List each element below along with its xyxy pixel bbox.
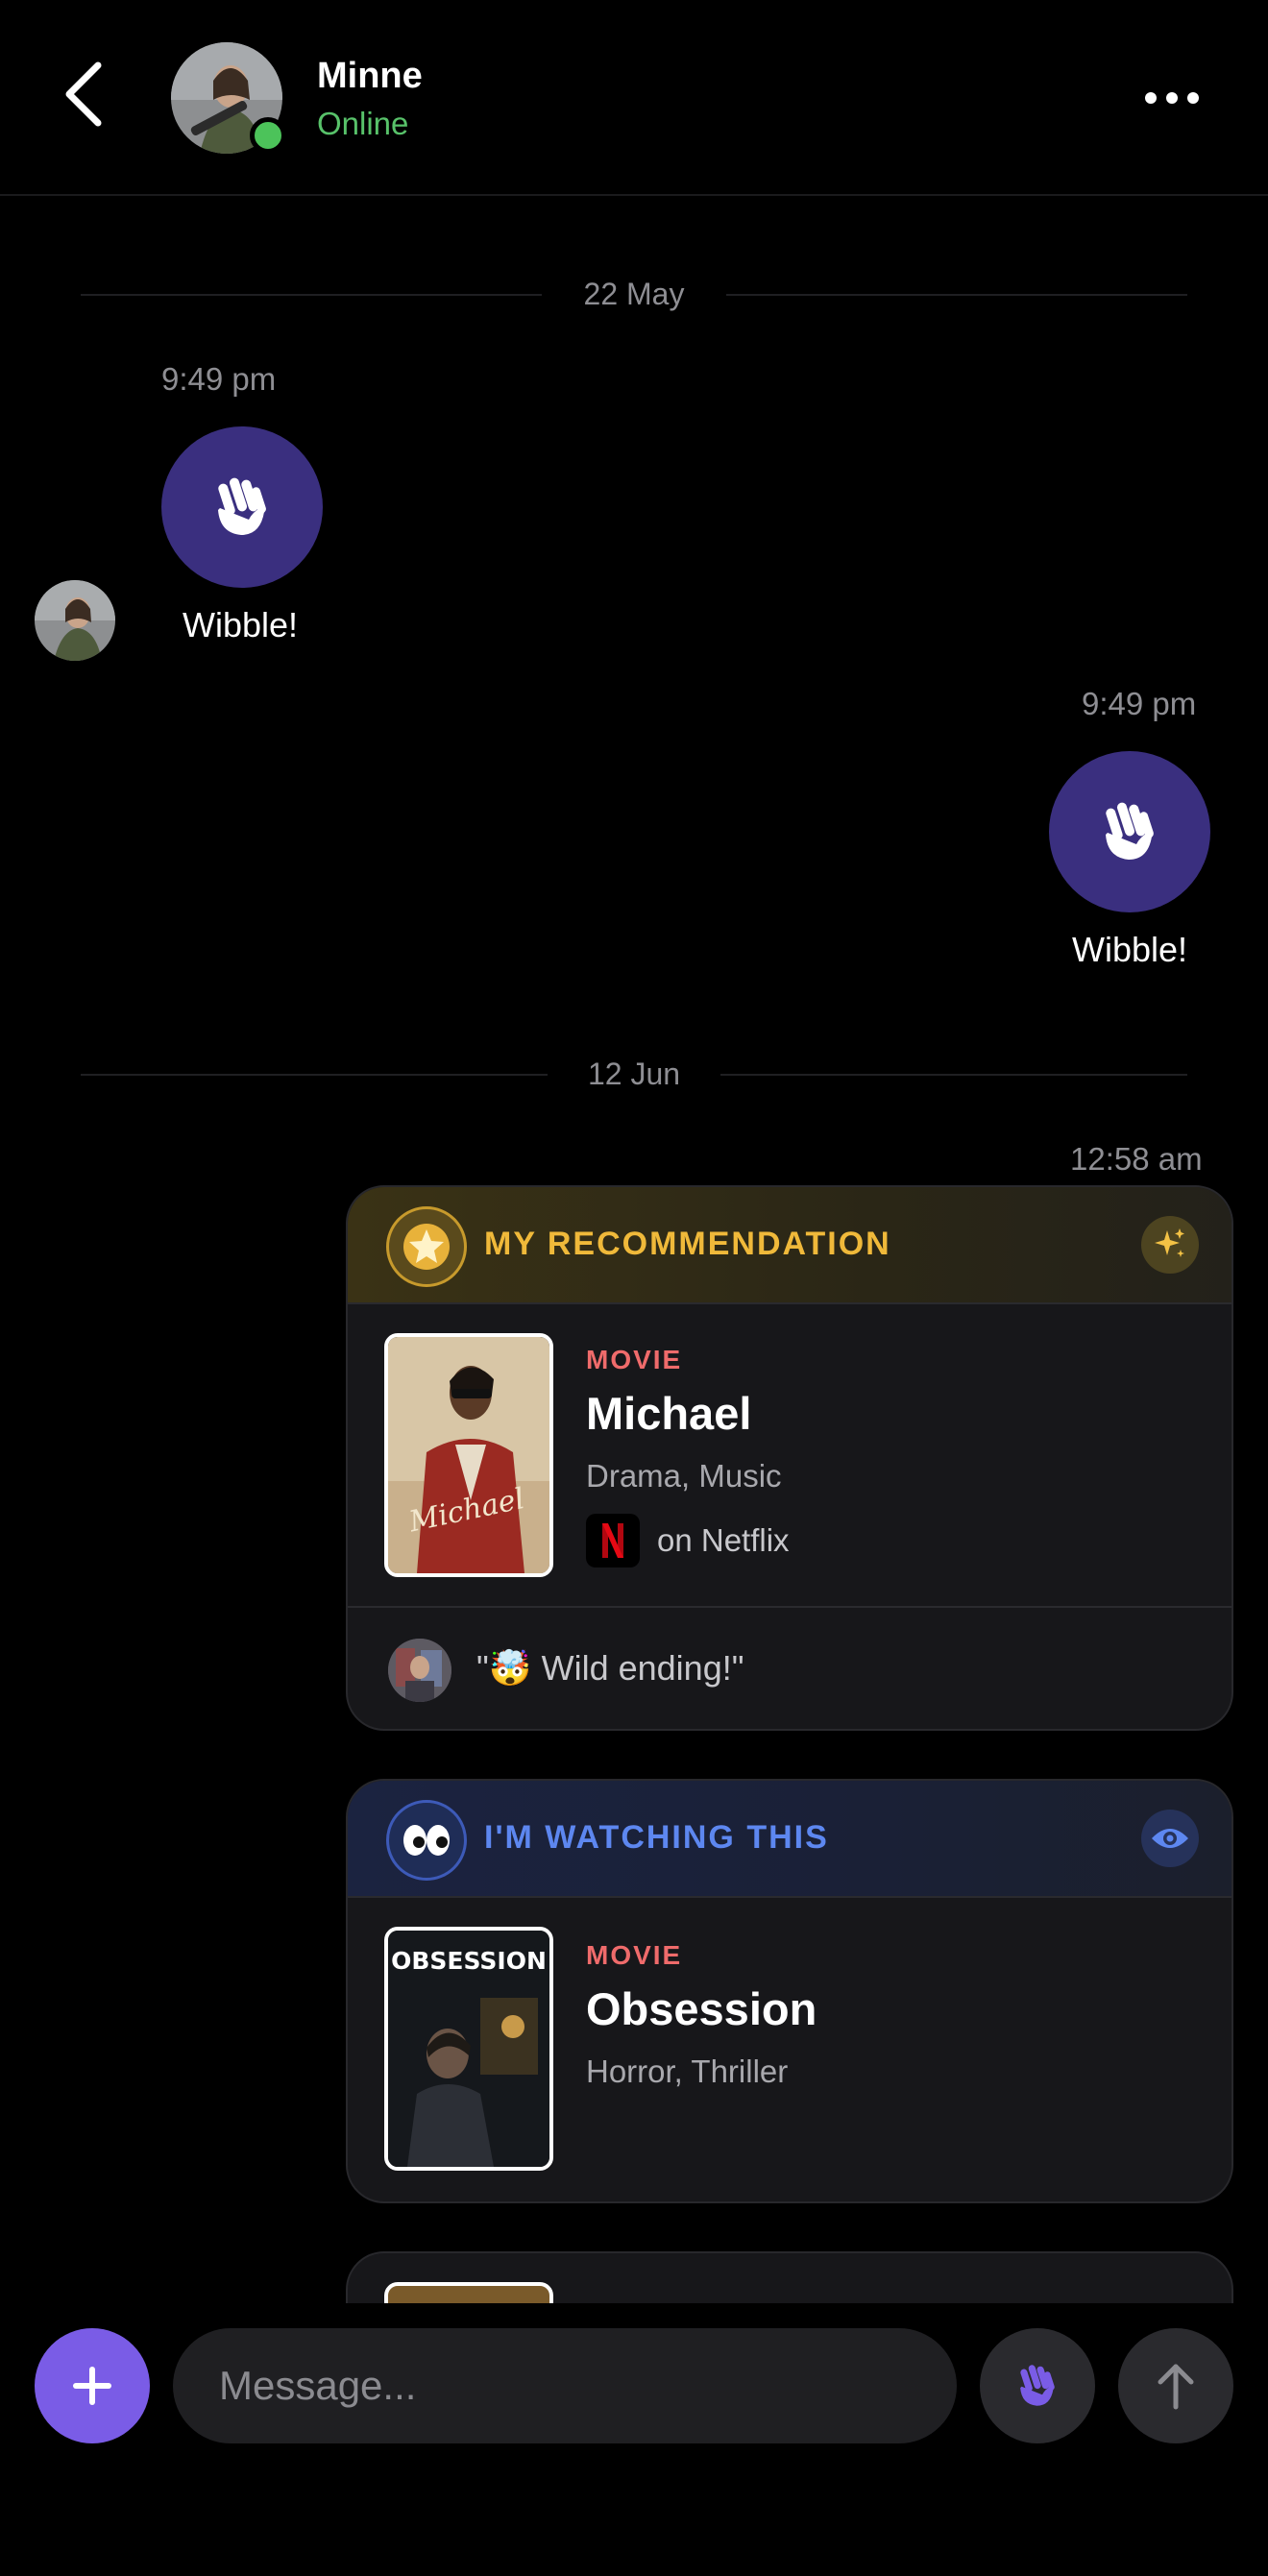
card-comment: "🤯 Wild ending!" bbox=[348, 1606, 1231, 1729]
contact-avatar[interactable] bbox=[171, 42, 286, 154]
message-time: 9:49 pm bbox=[161, 361, 277, 397]
service-label: on Netflix bbox=[657, 1522, 790, 1558]
wave-button[interactable] bbox=[980, 2328, 1095, 2443]
movie-genres: Drama, Music bbox=[586, 1458, 782, 1494]
star-icon bbox=[386, 1206, 467, 1287]
comment-text: "🤯 Wild ending!" bbox=[476, 1648, 744, 1688]
card-header: I'M WATCHING THIS bbox=[348, 1781, 1231, 1898]
chevron-left-icon bbox=[65, 61, 102, 127]
movie-title[interactable]: Michael bbox=[586, 1387, 751, 1440]
watching-card[interactable]: I'M WATCHING THIS OBSESSION MOVIE Obsess… bbox=[346, 1779, 1233, 2203]
movie-poster[interactable]: Michael bbox=[384, 1333, 553, 1577]
movie-title[interactable]: Obsession bbox=[586, 1982, 817, 2035]
movie-poster[interactable]: OBSESSION bbox=[384, 1927, 553, 2171]
date-label: 12 Jun bbox=[562, 1057, 706, 1091]
message-time: 12:58 am bbox=[1070, 1141, 1203, 1177]
chat-header: Minne Online bbox=[0, 0, 1268, 196]
recommendation-card[interactable]: MY RECOMMENDATION Michael MOVIE Michael bbox=[346, 1185, 1233, 1731]
date-separator: 12 Jun bbox=[81, 1051, 1187, 1099]
card-header: MY RECOMMENDATION bbox=[348, 1187, 1231, 1304]
contact-name[interactable]: Minne bbox=[317, 56, 423, 97]
date-separator: 22 May bbox=[81, 271, 1187, 319]
streaming-service[interactable]: on Netflix bbox=[586, 1514, 790, 1567]
online-indicator bbox=[250, 117, 286, 154]
wave-caption: Wibble! bbox=[182, 605, 299, 644]
commenter-avatar[interactable] bbox=[388, 1639, 451, 1702]
add-button[interactable] bbox=[35, 2328, 150, 2443]
more-options-button[interactable] bbox=[1145, 88, 1207, 108]
card-header-title: MY RECOMMENDATION bbox=[484, 1226, 891, 1262]
waving-hand-icon bbox=[1106, 802, 1154, 860]
card-header-title: I'M WATCHING THIS bbox=[484, 1819, 829, 1856]
wave-message[interactable] bbox=[161, 426, 323, 588]
eye-icon bbox=[1141, 1810, 1199, 1867]
waving-hand-icon bbox=[218, 477, 266, 535]
netflix-icon bbox=[586, 1514, 640, 1567]
poster-title: OBSESSION bbox=[391, 1947, 547, 1975]
media-type-label: MOVIE bbox=[586, 1345, 683, 1374]
arrow-up-icon bbox=[1158, 2364, 1194, 2410]
message-time: 9:49 pm bbox=[1082, 686, 1197, 721]
back-button[interactable] bbox=[60, 58, 127, 134]
wave-caption: Wibble! bbox=[1071, 930, 1188, 969]
send-button[interactable] bbox=[1118, 2328, 1233, 2443]
card-body: Michael MOVIE Michael Drama, Music on Ne… bbox=[348, 1304, 1231, 1606]
message-composer bbox=[0, 2303, 1268, 2576]
message-input[interactable] bbox=[173, 2328, 957, 2443]
ellipsis-icon bbox=[1145, 92, 1157, 104]
wave-message[interactable] bbox=[1049, 751, 1210, 912]
eyes-emoji bbox=[386, 1800, 467, 1881]
card-body: OBSESSION MOVIE Obsession Horror, Thrill… bbox=[348, 1898, 1231, 2199]
plus-icon bbox=[73, 2367, 111, 2405]
media-type-label: MOVIE bbox=[586, 1940, 683, 1970]
sender-avatar[interactable] bbox=[35, 580, 115, 661]
date-label: 22 May bbox=[558, 277, 710, 311]
movie-genres: Horror, Thriller bbox=[586, 2054, 789, 2089]
waving-hand-icon bbox=[1020, 2365, 1055, 2406]
sparkle-icon bbox=[1141, 1216, 1199, 1274]
contact-status: Online bbox=[317, 106, 409, 141]
